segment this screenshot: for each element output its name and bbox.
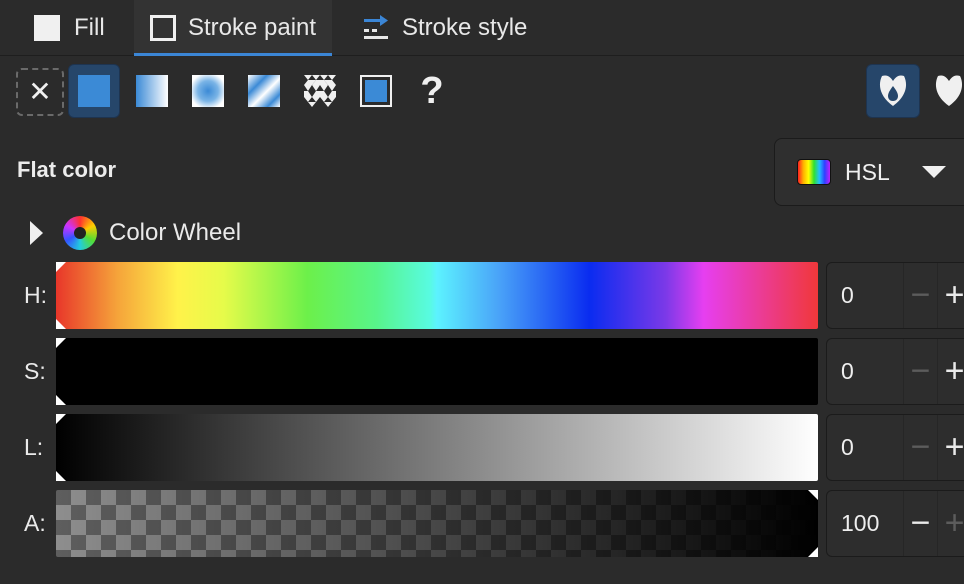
alpha-increment-button[interactable]: + [937,491,964,556]
color-mode-dropdown[interactable]: HSL [774,138,964,206]
saturation-slider[interactable] [56,338,818,405]
color-mode-label: HSL [845,158,890,185]
lightness-slider-handle-top[interactable] [56,414,66,424]
linear-gradient-icon [136,75,168,107]
flat-color-button[interactable] [68,64,120,118]
hue-increment-button[interactable]: + [937,263,964,328]
active-tab-indicator [134,53,332,56]
saturation-value[interactable]: 0 [827,358,903,385]
linear-gradient-button[interactable] [126,64,178,118]
radial-gradient-button[interactable] [182,64,234,118]
pattern-icon [304,75,336,107]
alpha-spinbutton[interactable]: 100 − + [826,490,964,557]
lightness-label: L: [24,434,44,460]
lightness-spinbutton[interactable]: 0 − + [826,414,964,481]
chevron-down-icon [921,166,946,178]
alpha-label: A: [24,510,46,536]
hue-value[interactable]: 0 [827,282,903,309]
tab-fill-label: Fill [74,14,105,41]
pattern-button[interactable] [294,64,346,118]
tab-bar: Fill Stroke paint Stroke style [0,0,964,56]
stroke-style-icon [364,15,388,39]
paint-type-toolbar: ✕ ? [0,64,964,122]
hue-spinbutton[interactable]: 0 − + [826,262,964,329]
tab-stroke-paint-label: Stroke paint [188,14,317,41]
saturation-decrement-button[interactable]: − [903,339,937,404]
hue-slider-handle-top[interactable] [56,262,66,272]
saturation-spinbutton[interactable]: 0 − + [826,338,964,405]
saturation-increment-button[interactable]: + [937,339,964,404]
lightness-slider-handle-bottom[interactable] [56,471,66,481]
tab-stroke-style-label: Stroke style [402,14,528,41]
hue-decrement-button[interactable]: − [903,263,937,328]
close-icon: ✕ [28,76,52,107]
alpha-slider[interactable] [56,490,818,557]
alpha-decrement-button[interactable]: − [903,491,937,556]
color-wheel-expander[interactable]: Color Wheel [30,214,241,252]
tab-fill[interactable]: Fill [0,0,132,56]
swatch-icon [360,75,392,107]
flat-color-icon [78,75,110,107]
rainbow-icon [797,159,831,185]
mesh-gradient-icon [248,75,280,107]
fill-rule-nonzero-button[interactable] [922,64,964,118]
lightness-value[interactable]: 0 [827,434,903,461]
fill-box-icon [34,15,60,41]
saturation-slider-handle-bottom[interactable] [56,395,66,405]
color-wheel-icon [63,216,97,250]
section-title: Flat color [17,157,117,182]
fill-rule-nonzero-icon [935,75,963,106]
lightness-slider[interactable] [56,414,818,481]
unset-paint-button[interactable]: ? [406,64,458,118]
saturation-label: S: [24,358,46,384]
mesh-gradient-button[interactable] [238,64,290,118]
alpha-slider-handle-bottom[interactable] [808,547,818,557]
alpha-value[interactable]: 100 [827,510,903,537]
swatch-button[interactable] [350,64,402,118]
hue-slider[interactable] [56,262,818,329]
tab-stroke-paint[interactable]: Stroke paint [134,0,332,56]
fill-rule-evenodd-icon [879,75,907,106]
no-paint-button[interactable]: ✕ [16,68,64,116]
lightness-increment-button[interactable]: + [937,415,964,480]
hue-label: H: [24,282,47,308]
radial-gradient-icon [192,75,224,107]
tab-stroke-style[interactable]: Stroke style [332,0,552,56]
expander-arrow-icon [30,221,43,245]
stroke-box-icon [150,15,176,41]
unset-label: ? [420,70,444,112]
alpha-slider-handle-top[interactable] [808,490,818,500]
fill-rule-evenodd-button[interactable] [866,64,920,118]
color-wheel-label: Color Wheel [109,219,242,246]
hue-slider-handle-bottom[interactable] [56,319,66,329]
saturation-slider-handle-top[interactable] [56,338,66,348]
lightness-decrement-button[interactable]: − [903,415,937,480]
